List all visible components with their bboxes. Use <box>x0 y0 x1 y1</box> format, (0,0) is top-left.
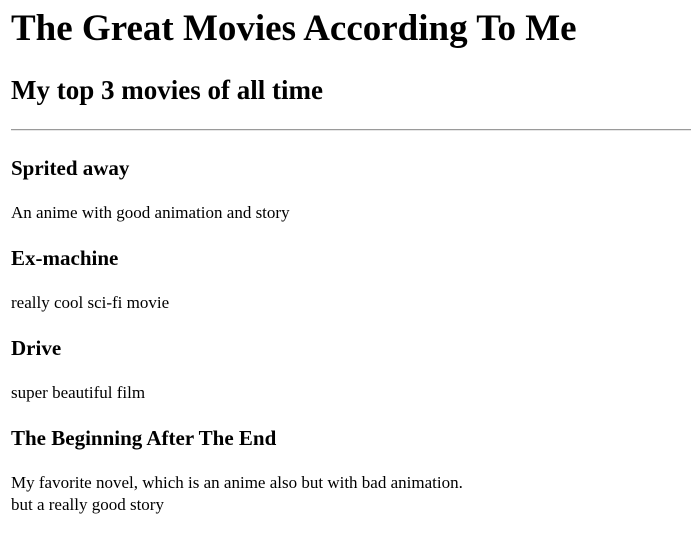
page-title: The Great Movies According To Me <box>11 8 577 49</box>
movie-description: super beautiful film <box>11 383 146 402</box>
movie-entry: Drive super beautiful film <box>11 336 691 404</box>
movie-entry: The Beginning After The End My favorite … <box>11 426 691 516</box>
movie-title: The Beginning After The End <box>11 426 277 450</box>
movie-entry: Ex-machine really cool sci-fi movie <box>11 246 691 314</box>
page-subtitle: My top 3 movies of all time <box>11 75 323 105</box>
section-divider <box>11 129 691 131</box>
movie-title: Drive <box>11 336 62 360</box>
movie-entry: Sprited away An anime with good animatio… <box>11 156 691 224</box>
movie-description: An anime with good animation and story <box>11 203 290 222</box>
movie-description-line: but a really good story <box>11 495 164 514</box>
movie-description: really cool sci-fi movie <box>11 293 170 312</box>
movie-description: My favorite novel, which is an anime als… <box>11 472 691 516</box>
movie-title: Ex-machine <box>11 246 119 270</box>
movie-title: Sprited away <box>11 156 130 180</box>
movie-description-line: My favorite novel, which is an anime als… <box>11 473 463 492</box>
